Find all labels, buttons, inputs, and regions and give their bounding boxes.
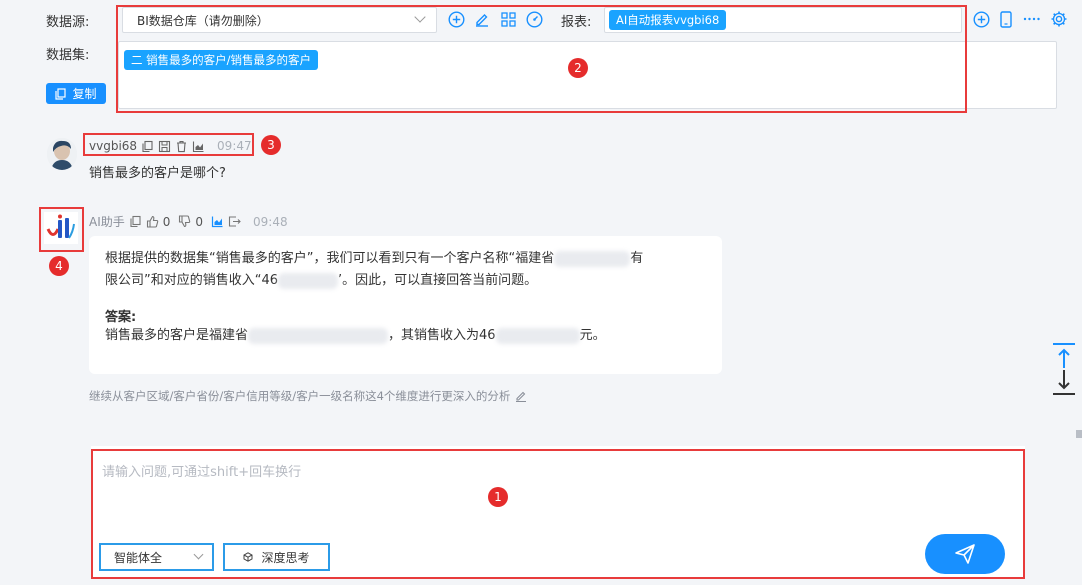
copy-icon[interactable] xyxy=(129,215,142,228)
user-message-text: 销售最多的客户是哪个? xyxy=(89,166,226,181)
ai-text-segment: 有 xyxy=(630,251,644,266)
annotation-box-4 xyxy=(39,207,84,252)
scroll-to-bottom-button[interactable] xyxy=(1052,368,1076,396)
thumbs-up-icon[interactable] xyxy=(146,215,159,228)
ai-text-segment: 销售最多的客户是福建省 xyxy=(105,328,249,343)
deep-think-label: 深度思考 xyxy=(261,550,310,565)
deep-think-toggle[interactable]: 深度思考 xyxy=(223,543,330,571)
ai-answer-conclusion: 销售最多的客户是福建省 ，其销售收入为46 元。 xyxy=(105,325,715,347)
redacted-region xyxy=(278,272,339,289)
ai-message-time: 09:48 xyxy=(253,214,288,229)
chart-icon[interactable] xyxy=(211,215,224,228)
ai-message-bubble: 根据提供的数据集“销售最多的客户”，我们可以看到只有一个客户名称“福建省 有 限公… xyxy=(89,236,722,374)
redacted-region xyxy=(248,327,389,344)
annotation-badge-3: 3 xyxy=(261,135,281,155)
ai-message-header: AI助手 0 0 09:48 xyxy=(89,213,288,230)
suggestion-text: 继续从客户区域/客户省份/客户信用等级/客户一级名称这4个维度进行更深入的分析 xyxy=(89,389,511,403)
redacted-region xyxy=(495,327,580,344)
copy-icon xyxy=(55,87,67,100)
annotation-badge-4: 4 xyxy=(49,256,69,276)
answer-label: 答案: xyxy=(105,310,137,325)
annotation-box-3 xyxy=(83,133,254,156)
send-button[interactable] xyxy=(925,534,1005,574)
send-icon xyxy=(955,544,975,564)
scrollbar-thumb[interactable] xyxy=(1076,430,1082,438)
like-count: 0 xyxy=(162,214,171,229)
ai-answer-paragraph: 根据提供的数据集“销售最多的客户”，我们可以看到只有一个客户名称“福建省 有 限公… xyxy=(105,248,715,292)
annotation-badge-2: 2 xyxy=(568,58,588,78)
datasource-label: 数据源: xyxy=(46,15,90,30)
suggestion-link[interactable]: 继续从客户区域/客户省份/客户信用等级/客户一级名称这4个维度进行更深入的分析 xyxy=(89,388,527,404)
arrow-up-icon xyxy=(1053,343,1075,368)
ai-text-segment: ，其销售收入为46 xyxy=(388,328,496,343)
redacted-region xyxy=(554,250,631,267)
user-avatar xyxy=(47,138,77,170)
chevron-down-icon xyxy=(193,549,204,560)
agent-select[interactable]: 智能体全 xyxy=(99,543,214,571)
ai-text-segment: 根据提供的数据集“销售最多的客户”，我们可以看到只有一个客户名称“福建省 xyxy=(105,251,555,266)
mobile-icon[interactable] xyxy=(998,10,1014,28)
ai-text-segment: ’。因此，可以直接回答当前问题。 xyxy=(338,273,538,288)
annotation-box-2 xyxy=(116,5,967,113)
thumbs-down-icon[interactable] xyxy=(178,215,191,228)
more-dots-icon[interactable] xyxy=(1022,10,1042,28)
settings-gear-icon[interactable] xyxy=(1049,9,1069,29)
export-icon[interactable] xyxy=(228,215,241,228)
add-report-icon[interactable] xyxy=(972,10,990,28)
cube-icon xyxy=(243,552,253,562)
agent-select-value: 智能体全 xyxy=(114,550,163,565)
scroll-to-top-button[interactable] xyxy=(1052,342,1076,370)
ai-text-segment: 元。 xyxy=(579,328,606,343)
annotation-badge-1: 1 xyxy=(488,487,508,507)
ai-name: AI助手 xyxy=(89,215,125,229)
copy-label: 复制 xyxy=(72,87,97,101)
dislike-count: 0 xyxy=(195,214,204,229)
dataset-label: 数据集: xyxy=(46,48,90,63)
edit-icon[interactable] xyxy=(515,390,527,402)
ai-text-segment: 限公司”和对应的销售收入“46 xyxy=(105,273,279,288)
copy-button[interactable]: 复制 xyxy=(46,83,106,104)
arrow-down-icon xyxy=(1053,370,1075,395)
